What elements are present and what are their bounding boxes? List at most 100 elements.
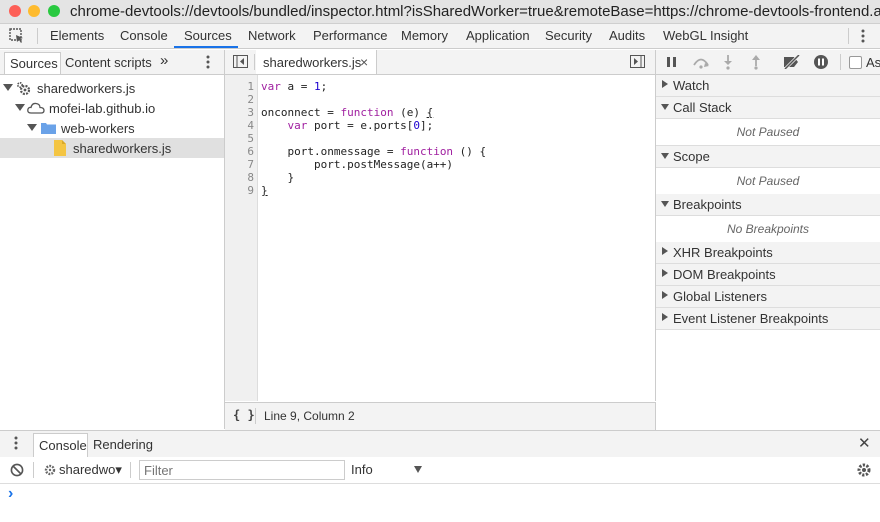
step-over-icon[interactable] bbox=[692, 55, 710, 69]
tree-item-folder[interactable]: web-workers bbox=[0, 118, 224, 138]
expand-triangle-icon[interactable] bbox=[27, 124, 37, 131]
navigator-tab-content-scripts[interactable]: Content scripts bbox=[65, 55, 152, 70]
section-title: Event Listener Breakpoints bbox=[673, 311, 829, 326]
editor-status-bar: { } Line 9, Column 2 bbox=[225, 402, 656, 430]
code-line[interactable]: port.onmessage = function () { bbox=[261, 145, 486, 158]
line-number-gutter[interactable]: 1 2 3 4 5 6 7 8 9 bbox=[225, 75, 258, 401]
debugger-sidebar: Watch Call Stack Not Paused Scope Not Pa… bbox=[656, 75, 880, 429]
pause-icon[interactable] bbox=[666, 56, 678, 68]
toggle-debugger-icon[interactable] bbox=[630, 55, 645, 68]
tab-performance[interactable]: Performance bbox=[313, 28, 387, 43]
drawer-tab-label: Console bbox=[39, 438, 87, 453]
tree-item-label: sharedworkers.js bbox=[37, 81, 136, 96]
line-number[interactable]: 5 bbox=[225, 132, 254, 145]
more-options-icon[interactable] bbox=[860, 29, 866, 44]
editor-tab-sharedworkers[interactable]: sharedworkers.js × bbox=[256, 50, 377, 74]
call-stack-status: Not Paused bbox=[656, 119, 880, 146]
pause-on-exceptions-icon[interactable] bbox=[813, 54, 829, 70]
navigator-menu-icon[interactable] bbox=[205, 55, 211, 70]
folder-icon bbox=[41, 123, 56, 134]
section-event-listener-breakpoints[interactable]: Event Listener Breakpoints bbox=[656, 308, 880, 330]
line-number[interactable]: 1 bbox=[225, 80, 254, 93]
async-checkbox[interactable] bbox=[849, 56, 862, 69]
tab-memory[interactable]: Memory bbox=[401, 28, 448, 43]
tab-security[interactable]: Security bbox=[545, 28, 592, 43]
section-breakpoints[interactable]: Breakpoints bbox=[656, 194, 880, 216]
minimize-window-button[interactable] bbox=[28, 5, 40, 17]
section-dom-breakpoints[interactable]: DOM Breakpoints bbox=[656, 264, 880, 286]
line-number[interactable]: 8 bbox=[225, 171, 254, 184]
close-tab-button[interactable]: × bbox=[360, 54, 368, 70]
chevron-down-icon[interactable] bbox=[414, 466, 422, 473]
line-number[interactable]: 6 bbox=[225, 145, 254, 158]
clear-console-icon[interactable] bbox=[10, 463, 24, 477]
collapsed-triangle-icon bbox=[662, 80, 668, 88]
code-line[interactable]: } bbox=[261, 171, 294, 184]
divider bbox=[840, 54, 841, 70]
collapsed-triangle-icon bbox=[662, 313, 668, 321]
close-drawer-button[interactable]: ✕ bbox=[858, 434, 871, 452]
tree-item-worker[interactable]: sharedworkers.js bbox=[0, 78, 224, 98]
line-number[interactable]: 7 bbox=[225, 158, 254, 171]
expanded-triangle-icon bbox=[661, 153, 669, 159]
tree-item-file[interactable]: sharedworkers.js bbox=[0, 138, 224, 158]
console-output[interactable]: › bbox=[0, 484, 880, 522]
drawer-tab-bar: Console Rendering ✕ bbox=[0, 430, 880, 458]
section-watch[interactable]: Watch bbox=[656, 75, 880, 97]
step-into-icon[interactable] bbox=[722, 54, 734, 70]
step-out-icon[interactable] bbox=[750, 54, 762, 70]
active-tab-indicator bbox=[174, 46, 238, 48]
code-line[interactable]: } bbox=[261, 184, 268, 197]
toggle-navigator-icon[interactable] bbox=[233, 55, 248, 68]
close-window-button[interactable] bbox=[9, 5, 21, 17]
console-prompt[interactable]: › bbox=[8, 485, 13, 503]
section-title: XHR Breakpoints bbox=[673, 245, 773, 260]
line-number[interactable]: 2 bbox=[225, 93, 254, 106]
line-number[interactable]: 3 bbox=[225, 106, 254, 119]
divider bbox=[37, 28, 38, 44]
gear-icon bbox=[44, 464, 56, 476]
expanded-triangle-icon bbox=[661, 104, 669, 110]
section-title: Watch bbox=[673, 78, 710, 93]
drawer-tab-console[interactable]: Console bbox=[33, 433, 88, 457]
cloud-icon bbox=[27, 102, 45, 114]
inspect-element-icon[interactable] bbox=[9, 28, 25, 44]
line-number[interactable]: 9 bbox=[225, 184, 254, 197]
navigator-tab-label: Sources bbox=[10, 56, 58, 71]
section-call-stack[interactable]: Call Stack bbox=[656, 97, 880, 119]
tab-application[interactable]: Application bbox=[466, 28, 530, 43]
code-line[interactable]: onconnect = function (e) { bbox=[261, 106, 433, 119]
editor-tab-bar: sharedworkers.js × bbox=[225, 50, 656, 75]
navigator-tab-sources[interactable]: Sources bbox=[4, 52, 61, 74]
drawer-tab-rendering[interactable]: Rendering bbox=[93, 437, 153, 452]
code-line[interactable]: port.postMessage(a++) bbox=[261, 158, 453, 171]
filter-input[interactable] bbox=[139, 460, 345, 480]
expand-triangle-icon[interactable] bbox=[15, 104, 25, 111]
deactivate-breakpoints-icon[interactable] bbox=[782, 55, 802, 69]
more-tabs-button[interactable]: » bbox=[160, 52, 168, 69]
section-title: Global Listeners bbox=[673, 289, 767, 304]
section-global-listeners[interactable]: Global Listeners bbox=[656, 286, 880, 308]
tab-audits[interactable]: Audits bbox=[609, 28, 645, 43]
line-number[interactable]: 4 bbox=[225, 119, 254, 132]
console-settings-icon[interactable] bbox=[856, 462, 872, 478]
tab-console[interactable]: Console bbox=[120, 28, 168, 43]
tab-elements[interactable]: Elements bbox=[50, 28, 104, 43]
tab-webgl-insight[interactable]: WebGL Insight bbox=[663, 28, 748, 43]
code-line[interactable]: var a = 1; bbox=[261, 80, 327, 93]
log-level-selector[interactable]: Info bbox=[351, 462, 373, 477]
code-line[interactable]: var port = e.ports[0]; bbox=[261, 119, 434, 132]
tree-item-domain[interactable]: mofei-lab.github.io bbox=[0, 98, 224, 118]
file-icon bbox=[54, 140, 66, 156]
context-selector[interactable]: sharedwo▾ bbox=[59, 462, 122, 478]
drawer-menu-icon[interactable] bbox=[13, 436, 19, 451]
pretty-print-button[interactable]: { } bbox=[233, 408, 255, 422]
section-xhr-breakpoints[interactable]: XHR Breakpoints bbox=[656, 242, 880, 264]
navigator-tab-bar: Sources Content scripts » bbox=[0, 50, 225, 75]
section-scope[interactable]: Scope bbox=[656, 146, 880, 168]
tab-sources[interactable]: Sources bbox=[184, 28, 232, 43]
code-editor[interactable]: 1 2 3 4 5 6 7 8 9 var a = 1; onconnect =… bbox=[225, 75, 656, 401]
expand-triangle-icon[interactable] bbox=[3, 84, 13, 91]
zoom-window-button[interactable] bbox=[48, 5, 60, 17]
tab-network[interactable]: Network bbox=[248, 28, 296, 43]
